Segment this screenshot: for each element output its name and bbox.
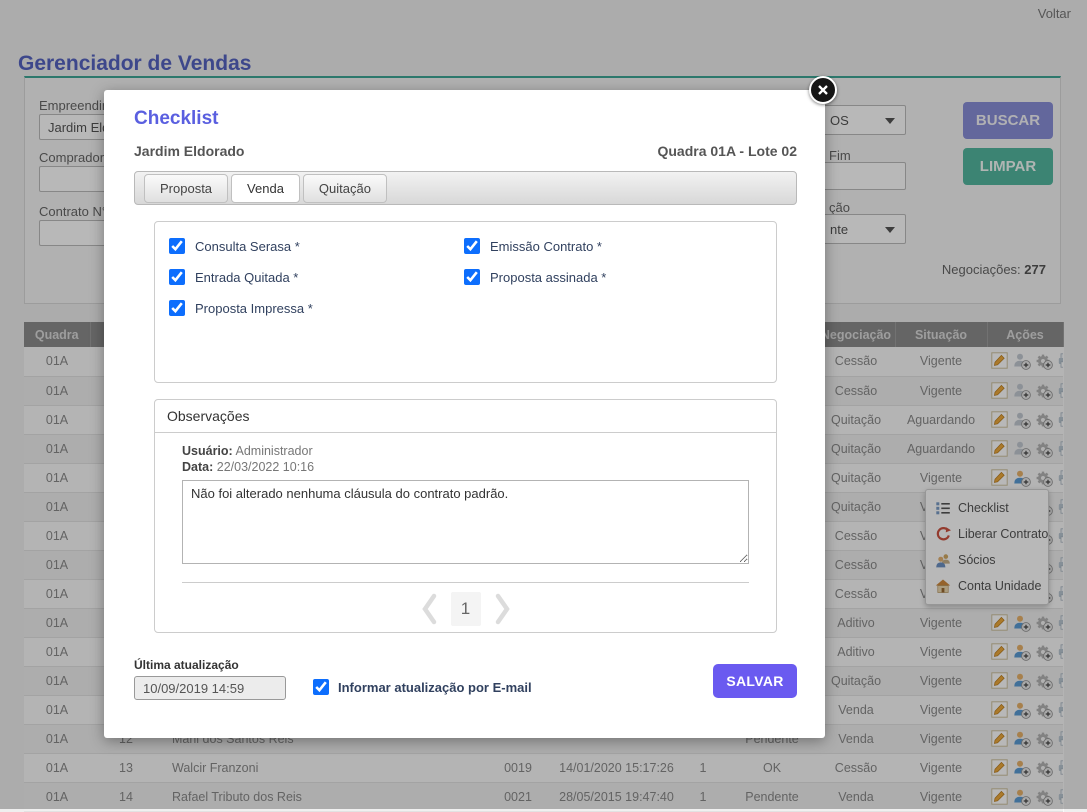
checklist-modal: Checklist Jardim Eldorado Quadra 01A - L… bbox=[104, 90, 825, 738]
observacoes-fieldset: Observações Usuário: Administrador Data:… bbox=[154, 399, 777, 633]
pagination-current-page[interactable]: 1 bbox=[451, 592, 481, 626]
checklist-item-label: Proposta Impressa * bbox=[195, 301, 313, 316]
email-notify-field: Informar atualização por E-mail bbox=[313, 679, 532, 695]
checklist-checkbox[interactable] bbox=[169, 269, 185, 285]
tab-venda[interactable]: Venda bbox=[231, 174, 300, 203]
date-value: 22/03/2022 10:16 bbox=[217, 460, 314, 474]
checklist-item: Emissão Contrato * bbox=[464, 238, 776, 254]
checklist-item: Proposta Impressa * bbox=[169, 300, 464, 316]
tab-quita-o[interactable]: Quitação bbox=[303, 174, 387, 203]
checklist-item: Entrada Quitada * bbox=[169, 269, 464, 285]
email-notify-checkbox[interactable] bbox=[313, 679, 329, 695]
pagination-prev-icon[interactable] bbox=[419, 593, 439, 625]
divider bbox=[182, 582, 749, 583]
observacao-textarea[interactable]: Não foi alterado nenhuma cláusula do con… bbox=[182, 480, 749, 564]
checklist-item: Proposta assinada * bbox=[464, 269, 776, 285]
observacoes-title: Observações bbox=[155, 400, 776, 433]
modal-title: Checklist bbox=[134, 108, 797, 130]
observacoes-pagination: 1 bbox=[182, 592, 749, 626]
last-update-label: Última atualização bbox=[134, 658, 286, 672]
observacao-user: Usuário: Administrador bbox=[182, 443, 749, 459]
checklist-checkbox[interactable] bbox=[464, 238, 480, 254]
checklist-fieldset: Consulta Serasa * Emissão Contrato * Entra… bbox=[154, 221, 777, 383]
user-value: Administrador bbox=[236, 444, 313, 458]
last-update-input[interactable] bbox=[134, 676, 286, 700]
checklist-item: Consulta Serasa * bbox=[169, 238, 464, 254]
close-icon[interactable] bbox=[809, 76, 837, 104]
modal-tabbar: PropostaVendaQuitação bbox=[134, 171, 797, 205]
checklist-checkbox[interactable] bbox=[169, 300, 185, 316]
checklist-item-label: Emissão Contrato * bbox=[490, 239, 602, 254]
checklist-checkbox[interactable] bbox=[464, 269, 480, 285]
checklist-item-label: Proposta assinada * bbox=[490, 270, 606, 285]
date-label: Data: bbox=[182, 460, 213, 474]
checklist-item-label: Consulta Serasa * bbox=[195, 239, 300, 254]
pagination-next-icon[interactable] bbox=[493, 593, 513, 625]
tab-proposta[interactable]: Proposta bbox=[144, 174, 228, 203]
checklist-item-label: Entrada Quitada * bbox=[195, 270, 298, 285]
checklist-checkbox[interactable] bbox=[169, 238, 185, 254]
modal-subtitle-project: Jardim Eldorado bbox=[134, 143, 244, 159]
email-notify-label: Informar atualização por E-mail bbox=[338, 680, 532, 695]
observacao-date: Data: 22/03/2022 10:16 bbox=[182, 459, 749, 475]
user-label: Usuário: bbox=[182, 444, 233, 458]
modal-subtitle-lot: Quadra 01A - Lote 02 bbox=[657, 143, 797, 159]
last-update-field: Última atualização bbox=[134, 658, 286, 700]
salvar-button[interactable]: SALVAR bbox=[713, 664, 797, 698]
